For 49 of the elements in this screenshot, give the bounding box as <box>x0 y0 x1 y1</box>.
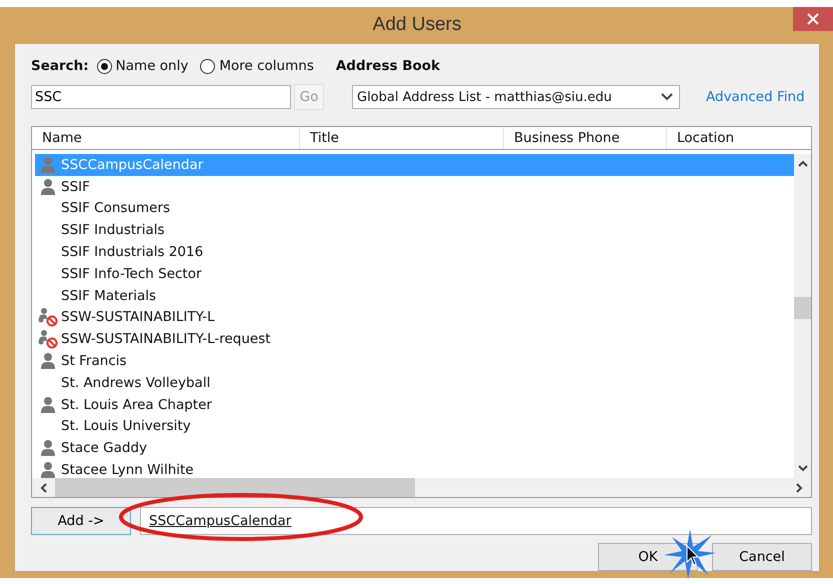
column-header[interactable]: Business Phone <box>504 127 667 149</box>
list-row[interactable]: Stacee Lynn Wilhite <box>35 459 794 478</box>
radio-option[interactable]: Name only <box>96 58 188 74</box>
recipients-field[interactable]: SSCCampusCalendar <box>140 507 812 535</box>
chevron-down-icon <box>661 93 673 101</box>
list-row[interactable]: St Francis <box>35 350 794 372</box>
list-row[interactable]: St. Andrews Volleyball <box>35 372 794 394</box>
person-icon <box>40 352 56 370</box>
list-row[interactable]: SSIF Industrials 2016 <box>35 241 794 263</box>
list-row[interactable]: St. Louis Area Chapter <box>35 394 794 416</box>
scroll-thumb[interactable] <box>794 297 811 319</box>
column-header[interactable]: Location <box>667 127 811 149</box>
search-label: Search: <box>31 58 89 74</box>
search-field[interactable]: SSC <box>31 85 291 109</box>
list-row[interactable]: SSIF Materials <box>35 284 794 307</box>
person-icon <box>40 439 56 458</box>
address-book-label: Address Book <box>336 58 440 74</box>
scroll-thumb[interactable] <box>55 478 415 497</box>
scroll-right-icon[interactable] <box>796 482 803 492</box>
close-icon <box>807 13 819 25</box>
list-row[interactable]: SSW-SUSTAINABILITY-L <box>35 306 794 328</box>
blocked-person-icon <box>38 307 58 328</box>
list-row[interactable]: SSIF Info-Tech Sector <box>35 262 794 285</box>
list-row[interactable]: St. Louis University <box>35 416 794 438</box>
add-button[interactable]: Add -> <box>31 507 131 535</box>
person-icon <box>40 461 56 478</box>
horizontal-scrollbar[interactable] <box>32 478 811 497</box>
person-icon <box>40 178 56 196</box>
scroll-up-icon[interactable] <box>798 160 808 167</box>
scroll-left-icon[interactable] <box>40 482 47 492</box>
cursor-icon <box>686 545 700 567</box>
list-row[interactable]: SSW-SUSTAINABILITY-L-request <box>35 328 794 350</box>
scroll-down-icon[interactable] <box>798 465 808 472</box>
advanced-find-link[interactable]: Advanced Find <box>706 89 805 105</box>
dialog-button[interactable]: Cancel <box>712 543 812 571</box>
column-header[interactable]: Name <box>32 127 300 149</box>
vertical-scrollbar[interactable] <box>794 154 811 478</box>
blocked-person-icon <box>38 329 58 350</box>
address-book-dropdown[interactable]: Global Address List - matthias@siu.edu <box>352 85 680 109</box>
window-title: Add Users <box>372 14 462 36</box>
list-row[interactable]: SSIF <box>35 176 794 198</box>
close-button[interactable] <box>793 7 833 31</box>
column-header[interactable]: Title <box>300 127 504 149</box>
person-icon <box>40 396 56 414</box>
radio-option[interactable]: More columns <box>200 58 314 74</box>
list-row[interactable]: SSIF Consumers <box>35 198 794 220</box>
person-icon <box>40 156 56 174</box>
list-row[interactable]: Stace Gaddy <box>35 437 794 460</box>
list-row[interactable]: SSIF Industrials <box>35 219 794 242</box>
